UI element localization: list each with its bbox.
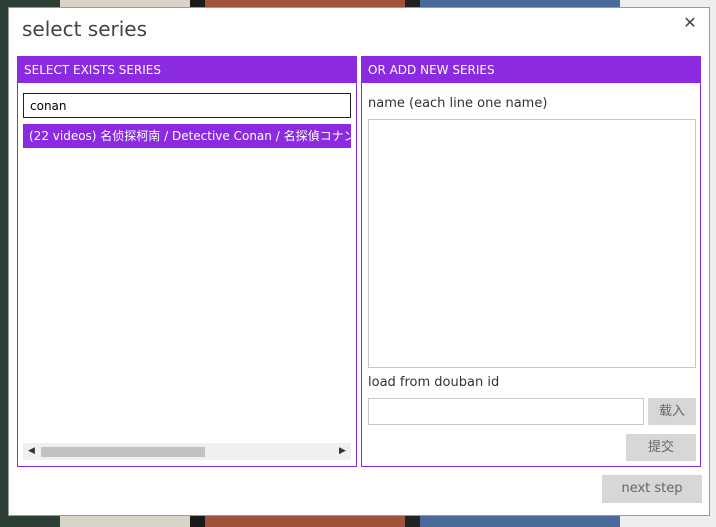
scroll-right-arrow-icon[interactable]: ▶ bbox=[334, 443, 351, 460]
series-result-item[interactable]: (22 videos) 名侦探柯南 / Detective Conan / 名探… bbox=[23, 124, 351, 148]
douban-id-label: load from douban id bbox=[368, 375, 500, 390]
panel-header-add-new: OR ADD NEW SERIES bbox=[362, 57, 700, 83]
load-button[interactable]: 载入 bbox=[648, 398, 696, 425]
add-new-series-panel: OR ADD NEW SERIES name (each line one na… bbox=[361, 56, 701, 467]
series-result-list: (22 videos) 名侦探柯南 / Detective Conan / 名探… bbox=[23, 124, 351, 434]
panel-header-select-existing: SELECT EXISTS SERIES bbox=[18, 57, 356, 83]
scroll-left-arrow-icon[interactable]: ◀ bbox=[23, 443, 40, 460]
submit-button[interactable]: 提交 bbox=[626, 434, 696, 461]
close-icon[interactable]: ✕ bbox=[681, 14, 699, 32]
scrollbar-thumb[interactable] bbox=[41, 447, 205, 457]
series-names-textarea[interactable] bbox=[368, 119, 696, 368]
select-existing-series-panel: SELECT EXISTS SERIES (22 videos) 名侦探柯南 /… bbox=[17, 56, 357, 467]
dialog-title: select series bbox=[22, 17, 148, 41]
horizontal-scrollbar[interactable]: ◀ ▶ bbox=[23, 443, 351, 460]
next-step-button[interactable]: next step bbox=[602, 475, 702, 503]
select-series-dialog: select series ✕ SELECT EXISTS SERIES (22… bbox=[8, 7, 710, 516]
douban-id-input[interactable] bbox=[368, 398, 644, 425]
series-search-input[interactable] bbox=[23, 93, 351, 118]
name-field-label: name (each line one name) bbox=[368, 96, 548, 111]
